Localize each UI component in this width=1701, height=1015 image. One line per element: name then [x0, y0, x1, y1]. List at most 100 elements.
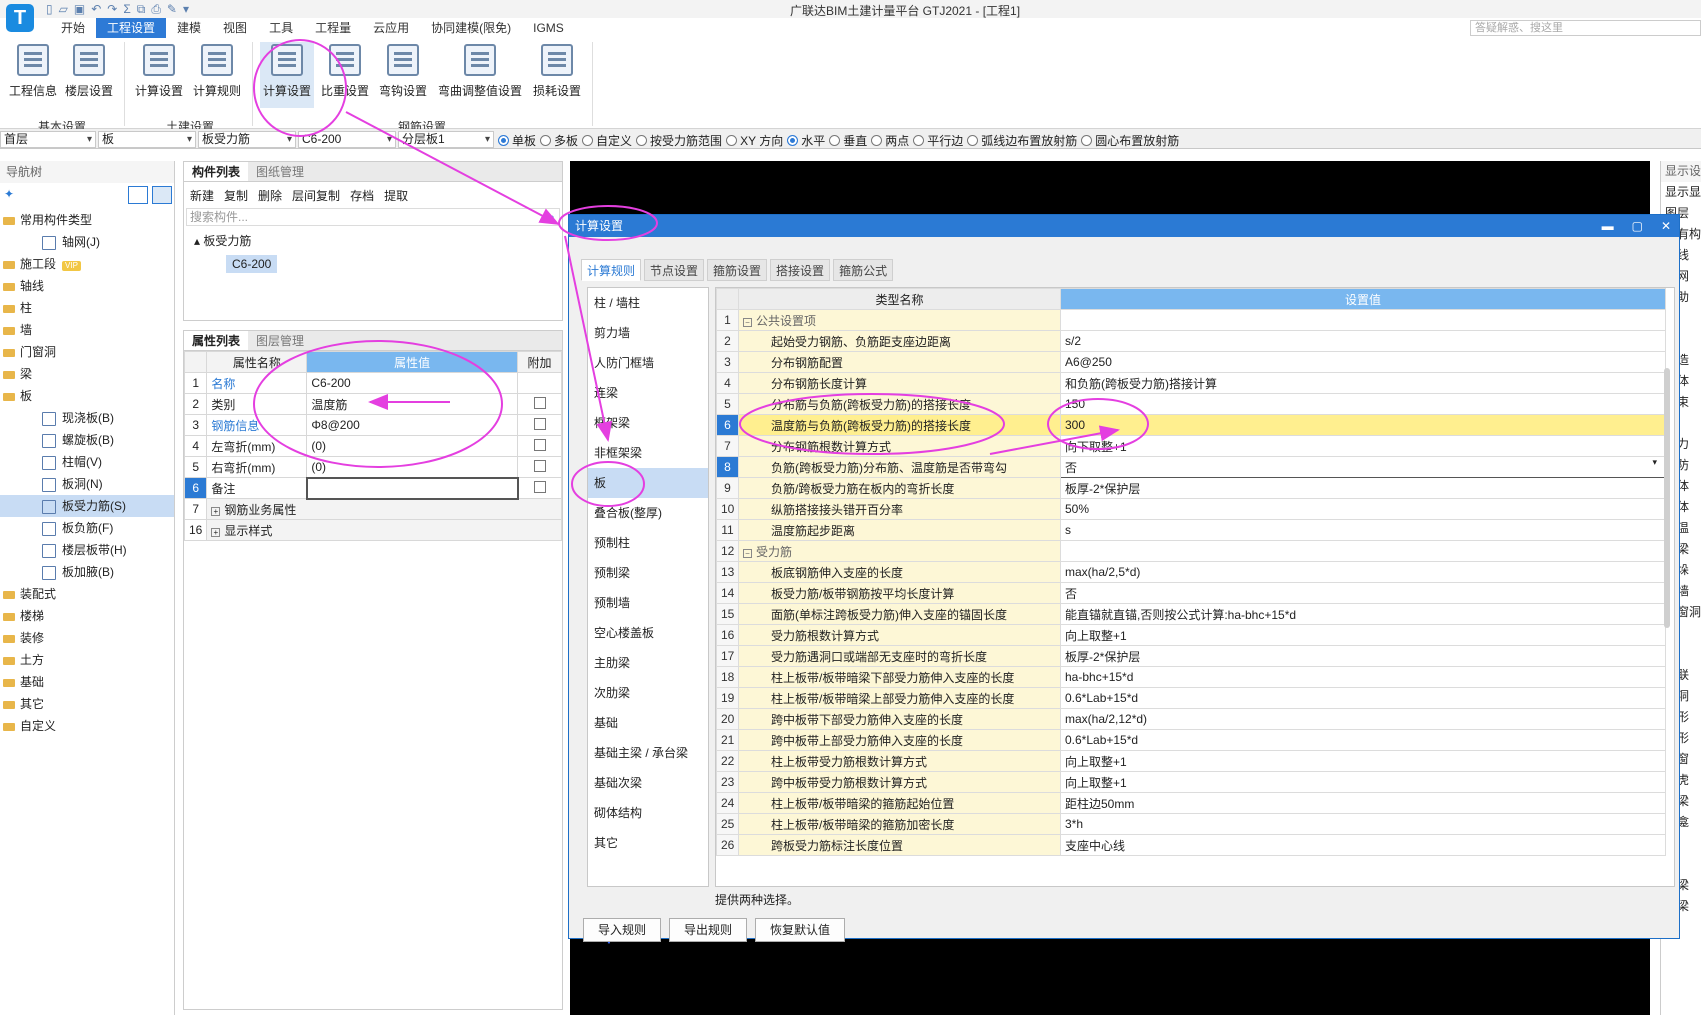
radio-arc-radial[interactable]: 弧线边布置放射筋	[967, 132, 1077, 149]
menu-collab[interactable]: 协同建模(限免)	[420, 18, 522, 38]
archive-button[interactable]: 存档	[350, 187, 374, 204]
prop-value[interactable]: 温度筋	[306, 393, 518, 415]
pin-icon[interactable]: ✦	[4, 187, 14, 201]
rule-value[interactable]: 50%	[1060, 498, 1666, 520]
expand-plus-icon[interactable]: +	[211, 527, 221, 537]
nav-subitem[interactable]: 板负筋(F)	[0, 517, 174, 539]
rule-value[interactable]: 支座中心线	[1060, 834, 1666, 856]
restore-defaults-button[interactable]: 恢复默认值	[755, 918, 846, 942]
rule-row[interactable]: 20 跨中板带下部受力筋伸入支座的长度 max(ha/2,12*d)	[716, 708, 1666, 730]
tab-drawing-mgmt[interactable]: 图纸管理	[248, 162, 312, 181]
display-item[interactable]: 显示显示	[1661, 182, 1701, 203]
rule-value[interactable]: 0.6*Lab+15*d	[1060, 729, 1666, 751]
member-type-item[interactable]: 连梁	[588, 378, 708, 408]
attach-checkbox[interactable]	[533, 480, 546, 493]
attach-checkbox[interactable]	[533, 396, 546, 409]
member-type-item[interactable]: 砌体结构	[588, 798, 708, 828]
tab-node-settings[interactable]: 节点设置	[644, 259, 705, 281]
nav-category[interactable]: 施工段 VIP	[0, 253, 174, 275]
rebar-calc-settings-button[interactable]: 计算设置	[260, 42, 314, 108]
menu-tools[interactable]: 工具	[258, 18, 304, 38]
rule-value[interactable]: 板厚-2*保护层	[1060, 645, 1666, 667]
radio-center-radial[interactable]: 圆心布置放射筋	[1081, 132, 1179, 149]
member-type-item[interactable]: 剪力墙	[588, 318, 708, 348]
nav-category[interactable]: 其它	[0, 693, 174, 715]
dropdown-caret-icon[interactable]: ▾	[1652, 458, 1657, 469]
member-type-item[interactable]: 预制墙	[588, 588, 708, 618]
menu-modeling[interactable]: 建模	[166, 18, 212, 38]
member-type-item[interactable]: 基础次梁	[588, 768, 708, 798]
floor-select[interactable]: 首层	[0, 131, 96, 148]
floor-copy-button[interactable]: 层间复制	[292, 187, 340, 204]
nav-subitem[interactable]: 板洞(N)	[0, 473, 174, 495]
save-icon[interactable]: ▣	[74, 2, 85, 16]
property-row[interactable]: 2 类别 温度筋	[183, 393, 562, 415]
tab-stirrup-settings[interactable]: 箍筋设置	[707, 259, 768, 281]
property-row[interactable]: 6 备注	[183, 476, 562, 500]
rule-row[interactable]: 21 跨中板带上部受力筋伸入支座的长度 0.6*Lab+15*d	[716, 729, 1666, 751]
rule-row[interactable]: 10 纵筋搭接接头错开百分率 50%	[716, 498, 1666, 520]
rule-value[interactable]: s	[1060, 519, 1666, 541]
rule-row[interactable]: 18 柱上板带/板带暗梁下部受力筋伸入支座的长度 ha-bhc+15*d	[716, 666, 1666, 688]
member-type-item[interactable]: 基础	[588, 708, 708, 738]
rule-value[interactable]: 向下取整+1	[1060, 435, 1666, 457]
component-select[interactable]: C6-200	[298, 131, 396, 148]
nav-subitem[interactable]: 楼层板带(H)	[0, 539, 174, 561]
rule-value[interactable]: 3*h	[1060, 813, 1666, 835]
nav-category[interactable]: 土方	[0, 649, 174, 671]
nav-category[interactable]: 柱	[0, 297, 174, 319]
member-type-item[interactable]: 非框架梁	[588, 438, 708, 468]
rule-row[interactable]: 16 受力筋根数计算方式 向上取整+1	[716, 624, 1666, 646]
attach-checkbox[interactable]	[533, 438, 546, 451]
rule-value[interactable]: 否	[1060, 582, 1666, 604]
search-icon[interactable]: ⌕	[548, 209, 555, 225]
nav-category[interactable]: 梁	[0, 363, 174, 385]
component-search-input[interactable]: 搜索构件... ⌕	[186, 208, 560, 226]
member-type-item[interactable]: 其它	[588, 828, 708, 858]
nav-category[interactable]: 门窗洞	[0, 341, 174, 363]
rule-value[interactable]: 板厚-2*保护层	[1060, 477, 1666, 499]
menu-start[interactable]: 开始	[50, 18, 96, 38]
weight-settings-button[interactable]: 比重设置	[318, 42, 372, 108]
nav-category[interactable]: 板	[0, 385, 174, 407]
rule-value[interactable]: 向上取整+1	[1060, 771, 1666, 793]
civil-calc-settings-button[interactable]: 计算设置	[132, 42, 186, 108]
rule-value[interactable]	[1060, 540, 1666, 562]
bend-adjust-button[interactable]: 弯曲调整值设置	[434, 42, 526, 108]
rule-value[interactable]	[1060, 309, 1666, 331]
rule-row[interactable]: 19 柱上板带/板带暗梁上部受力筋伸入支座的长度 0.6*Lab+15*d	[716, 687, 1666, 709]
property-row[interactable]: 4 左弯折(mm) (0)	[183, 435, 562, 457]
rule-value[interactable]: max(ha/2,12*d)	[1060, 708, 1666, 730]
radio-single-slab[interactable]: 单板	[498, 132, 536, 149]
radio-xy[interactable]: XY 方向	[726, 132, 783, 149]
nav-category[interactable]: 自定义	[0, 715, 174, 737]
import-rules-button[interactable]: 导入规则	[583, 918, 662, 942]
property-row[interactable]: 7 + 钢筋业务属性	[183, 498, 562, 520]
rule-row[interactable]: 12− 受力筋	[716, 540, 1666, 562]
list-view-icon[interactable]	[128, 186, 148, 204]
radio-rebar-range[interactable]: 按受力筋范围	[636, 132, 722, 149]
nav-subitem[interactable]: 板受力筋(S)	[0, 495, 174, 517]
grid-scrollbar[interactable]	[1664, 368, 1670, 628]
nav-category[interactable]: 轴线	[0, 275, 174, 297]
rule-row[interactable]: 9 负筋/跨板受力筋在板内的弯折长度 板厚-2*保护层	[716, 477, 1666, 499]
radio-horizontal[interactable]: 水平	[787, 132, 825, 149]
rule-value[interactable]: 能直锚就直锚,否则按公式计算:ha-bhc+15*d	[1060, 603, 1666, 625]
member-type-item[interactable]: 板	[588, 468, 708, 498]
rule-row[interactable]: 4 分布钢筋长度计算 和负筋(跨板受力筋)搭接计算	[716, 372, 1666, 394]
prop-value[interactable]	[305, 476, 519, 500]
rule-value[interactable]: max(ha/2,5*d)	[1060, 561, 1666, 583]
radio-parallel-edge[interactable]: 平行边	[913, 132, 963, 149]
menu-quantities[interactable]: 工程量	[304, 18, 362, 38]
minimize-icon[interactable]: ▬	[1602, 215, 1614, 237]
rule-value[interactable]: 否 ▾	[1060, 456, 1666, 478]
attach-checkbox[interactable]	[533, 459, 546, 472]
extract-button[interactable]: 提取	[384, 187, 408, 204]
member-type-item[interactable]: 基础主梁 / 承台梁	[588, 738, 708, 768]
rule-value[interactable]: 150	[1060, 393, 1666, 415]
nav-subitem[interactable]: 柱帽(V)	[0, 451, 174, 473]
menu-igms[interactable]: IGMS	[522, 18, 575, 38]
redo-icon[interactable]: ↷	[107, 2, 117, 16]
rule-value[interactable]: 和负筋(跨板受力筋)搭接计算	[1060, 372, 1666, 394]
prop-value[interactable]: Φ8@200	[306, 414, 518, 436]
